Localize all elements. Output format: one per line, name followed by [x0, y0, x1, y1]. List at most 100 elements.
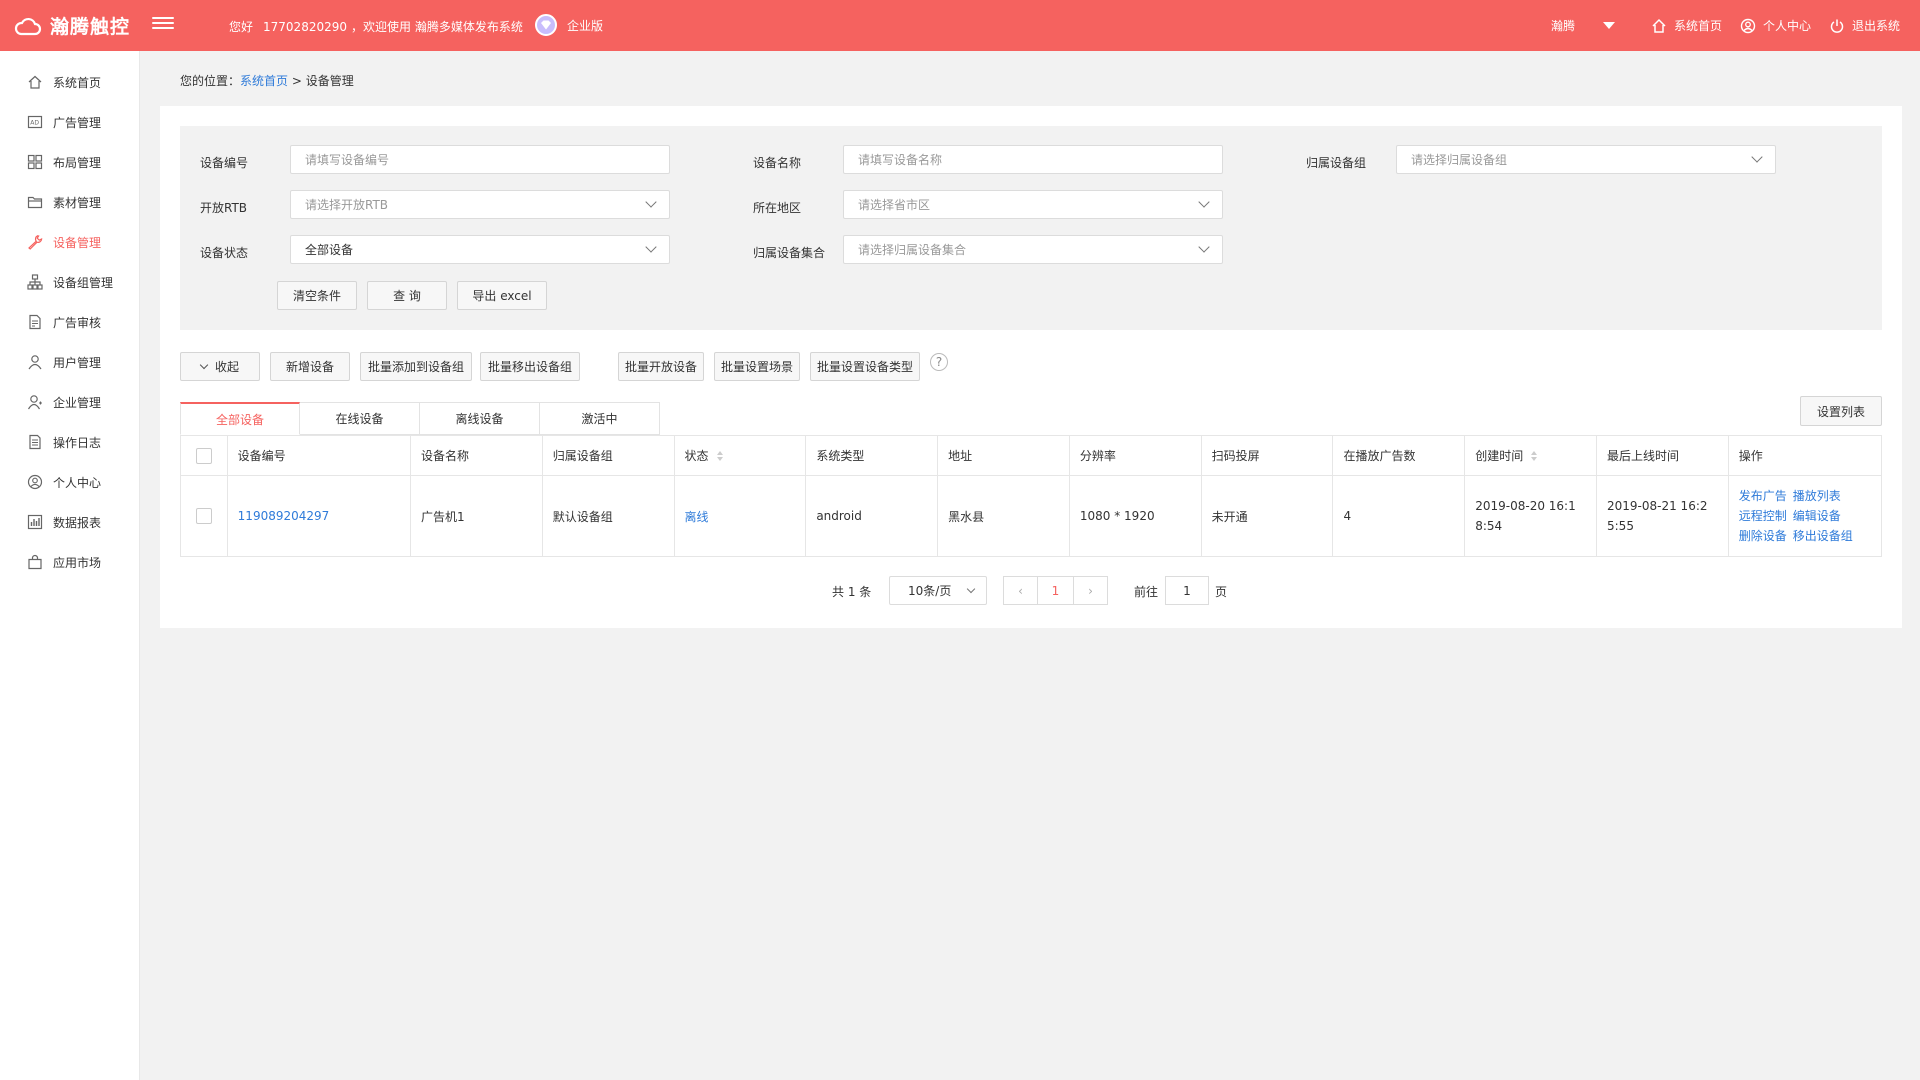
user-phone: 17702820290	[263, 20, 347, 34]
sidebar-item-ad-review[interactable]: 广告审核	[0, 302, 139, 342]
next-page-button[interactable]: ›	[1073, 576, 1108, 605]
collection-select[interactable]: 请选择归属设备集合	[843, 235, 1223, 264]
chevron-down-icon	[1198, 196, 1210, 208]
sidebar-item-home[interactable]: 系统首页	[0, 62, 139, 102]
brand-name: 瀚腾触控	[50, 16, 131, 38]
sidebar-item-app-market[interactable]: 应用市场	[0, 542, 139, 582]
tab-activating[interactable]: 激活中	[540, 402, 660, 435]
breadcrumb-prefix: 您的位置：	[180, 74, 241, 88]
sidebar-item-logs[interactable]: 操作日志	[0, 422, 139, 462]
menu-toggle-icon[interactable]	[152, 14, 174, 34]
sidebar-item-ads[interactable]: AD 广告管理	[0, 102, 139, 142]
review-icon	[29, 314, 41, 330]
remote-control-link[interactable]: 远程控制	[1739, 507, 1787, 525]
filter-panel: 设备编号 请填写设备编号 设备名称 请填写设备名称 归属设备组 请选择归属设备组…	[180, 126, 1882, 330]
header-resolution: 分辨率	[1070, 436, 1202, 475]
batch-open-button[interactable]: 批量开放设备	[618, 352, 704, 381]
edition-label: 企业版	[567, 18, 604, 33]
delete-device-link[interactable]: 删除设备	[1739, 527, 1787, 545]
breadcrumb-home-link[interactable]: 系统首页	[240, 74, 288, 88]
header-profile-link[interactable]: 个人中心	[1740, 17, 1811, 34]
export-button[interactable]: 导出 excel	[457, 281, 547, 310]
sidebar-item-label: 设备组管理	[53, 275, 114, 290]
status-value: 全部设备	[305, 243, 354, 257]
goto-label: 前往	[1134, 585, 1159, 599]
page-size-select[interactable]: 10条/页	[889, 576, 987, 605]
region-select[interactable]: 请选择省市区	[843, 190, 1223, 219]
group-placeholder: 请选择归属设备组	[1411, 153, 1508, 167]
tab-offline-devices[interactable]: 离线设备	[420, 402, 540, 435]
brand-logo[interactable]: 瀚腾触控	[14, 12, 130, 39]
cell-device-no: 119089204297	[228, 476, 411, 556]
sidebar-item-profile[interactable]: 个人中心	[0, 462, 139, 502]
group-select[interactable]: 请选择归属设备组	[1396, 145, 1776, 174]
goto-page-input[interactable]	[1165, 576, 1209, 605]
sidebar-item-companies[interactable]: 企业管理	[0, 382, 139, 422]
rtb-select[interactable]: 请选择开放RTB	[290, 190, 670, 219]
query-button[interactable]: 查 询	[367, 281, 447, 310]
header-device-name: 设备名称	[411, 436, 543, 475]
sidebar-item-reports[interactable]: 数据报表	[0, 502, 139, 542]
sidebar-item-devices[interactable]: 设备管理	[0, 222, 139, 262]
device-no-link[interactable]: 119089204297	[238, 509, 330, 523]
cell-created: 2019-08-20 16:18:54	[1465, 476, 1597, 556]
sidebar-item-device-groups[interactable]: 设备组管理	[0, 262, 139, 302]
add-device-button[interactable]: 新增设备	[270, 352, 350, 381]
region-placeholder: 请选择省市区	[858, 198, 931, 212]
header-logout-link[interactable]: 退出系统	[1829, 17, 1900, 34]
bag-icon	[28, 554, 42, 570]
user-dropdown-icon[interactable]	[1602, 22, 1615, 29]
header-logout-label: 退出系统	[1851, 19, 1900, 33]
batch-add-group-button[interactable]: 批量添加到设备组	[360, 352, 472, 381]
header-home-link[interactable]: 系统首页	[1651, 17, 1722, 34]
cell-scan: 未开通	[1202, 476, 1334, 556]
remove-from-group-link[interactable]: 移出设备组	[1793, 527, 1853, 545]
column-settings-button[interactable]: 设置列表	[1800, 396, 1882, 426]
device-no-input[interactable]: 请填写设备编号	[290, 145, 670, 174]
sidebar-item-label: 用户管理	[53, 355, 102, 370]
playlist-link[interactable]: 播放列表	[1793, 487, 1853, 505]
sort-icon[interactable]	[716, 450, 723, 461]
header-address: 地址	[938, 436, 1070, 475]
clear-button[interactable]: 清空条件	[277, 281, 357, 310]
prev-page-button[interactable]: ‹	[1003, 576, 1038, 605]
status-link[interactable]: 离线	[685, 508, 709, 525]
header-created-label: 创建时间	[1475, 449, 1524, 463]
edit-device-link[interactable]: 编辑设备	[1793, 507, 1853, 525]
folder-icon	[27, 196, 43, 209]
header-created[interactable]: 创建时间	[1465, 436, 1597, 475]
select-all-checkbox[interactable]	[195, 447, 212, 464]
status-label: 设备状态	[200, 246, 249, 260]
status-select[interactable]: 全部设备	[290, 235, 670, 264]
pagination: 共 1 条 10条/页 ‹ 1 › 前往 页	[160, 576, 1902, 606]
cell-device-name: 广告机1	[411, 476, 543, 556]
collapse-button[interactable]: 收起	[180, 352, 260, 381]
home-icon	[28, 75, 42, 89]
tab-all-devices[interactable]: 全部设备	[180, 402, 300, 435]
header-home-label: 系统首页	[1673, 19, 1722, 33]
help-icon[interactable]: ?	[930, 353, 948, 371]
sidebar-item-label: 系统首页	[53, 75, 102, 90]
cell-last-online: 2019-08-21 16:25:55	[1597, 476, 1729, 556]
sidebar-item-users[interactable]: 用户管理	[0, 342, 139, 382]
device-name-input[interactable]: 请填写设备名称	[843, 145, 1223, 174]
collection-placeholder: 请选择归属设备集合	[858, 243, 967, 257]
batch-type-button[interactable]: 批量设置设备类型	[810, 352, 920, 381]
batch-remove-group-button[interactable]: 批量移出设备组	[480, 352, 580, 381]
header-status[interactable]: 状态	[675, 436, 807, 475]
page-size-value: 10条/页	[908, 584, 952, 598]
welcome-text: 您好 17702820290 ，欢迎使用 瀚腾多媒体发布系统	[229, 18, 523, 35]
tab-online-devices[interactable]: 在线设备	[300, 402, 420, 435]
top-header: 瀚腾触控 您好 17702820290 ，欢迎使用 瀚腾多媒体发布系统 企业版 瀚腾…	[0, 0, 1920, 51]
header-status-label: 状态	[684, 449, 709, 463]
sidebar-item-materials[interactable]: 素材管理	[0, 182, 139, 222]
sidebar-item-layout[interactable]: 布局管理	[0, 142, 139, 182]
batch-scene-button[interactable]: 批量设置场景	[714, 352, 800, 381]
cloud-icon	[14, 17, 42, 35]
row-checkbox[interactable]	[195, 508, 212, 524]
page-1-button[interactable]: 1	[1037, 576, 1074, 605]
sort-icon[interactable]	[1531, 450, 1538, 461]
collection-label: 归属设备集合	[753, 246, 826, 260]
publish-ad-link[interactable]: 发布广告	[1739, 487, 1787, 505]
device-name-placeholder: 请填写设备名称	[858, 153, 943, 167]
